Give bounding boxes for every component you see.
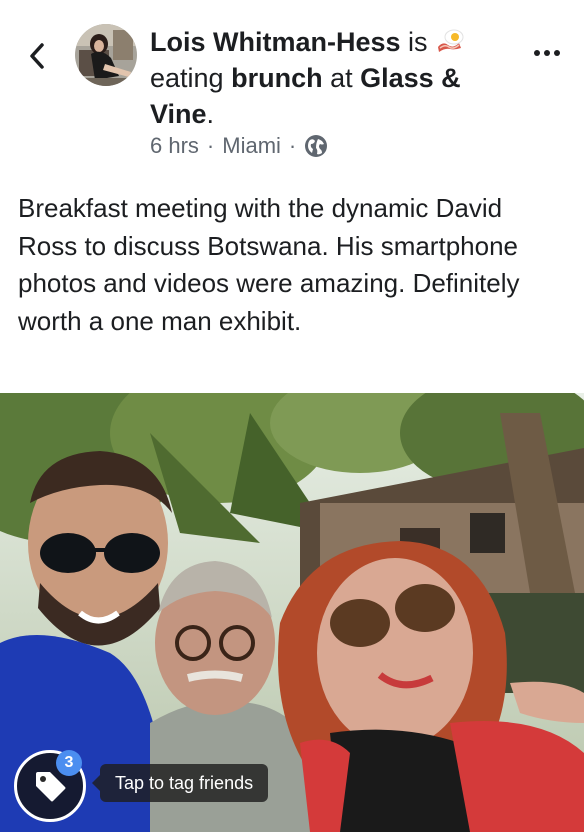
meta-separator: ·: [206, 133, 215, 158]
author-name[interactable]: Lois Whitman-Hess: [150, 27, 401, 57]
globe-icon[interactable]: [304, 134, 328, 158]
tag-count-badge: 3: [56, 750, 82, 776]
meta-separator-2: ·: [288, 133, 297, 158]
selfie-photo: [0, 393, 584, 832]
back-button[interactable]: [22, 38, 52, 74]
post-body: Breakfast meeting with the dynamic David…: [18, 193, 520, 336]
title-period: .: [206, 99, 215, 129]
post-meta: 6 hrs · Miami ·: [150, 133, 328, 159]
chevron-left-icon: [30, 43, 44, 69]
bacon-egg-icon: [438, 29, 464, 52]
author-avatar[interactable]: [75, 24, 137, 86]
more-options-button[interactable]: [530, 42, 564, 64]
title-connector-is: is: [400, 27, 436, 57]
post-time[interactable]: 6 hrs: [150, 133, 199, 159]
post-title: Lois Whitman-Hess is eating brunch at Gl…: [150, 24, 510, 132]
post-location[interactable]: Miami: [222, 133, 281, 159]
activity-prefix: eating: [150, 63, 232, 93]
post-photo[interactable]: [0, 393, 584, 832]
title-connector-at: at: [322, 63, 361, 93]
activity-name[interactable]: brunch: [231, 63, 323, 93]
post-header: Lois Whitman-Hess is eating brunch at Gl…: [0, 0, 584, 180]
tag-friends-hint[interactable]: Tap to tag friends: [91, 764, 269, 802]
avatar-image: [75, 24, 137, 86]
more-options-icon: [534, 50, 560, 56]
